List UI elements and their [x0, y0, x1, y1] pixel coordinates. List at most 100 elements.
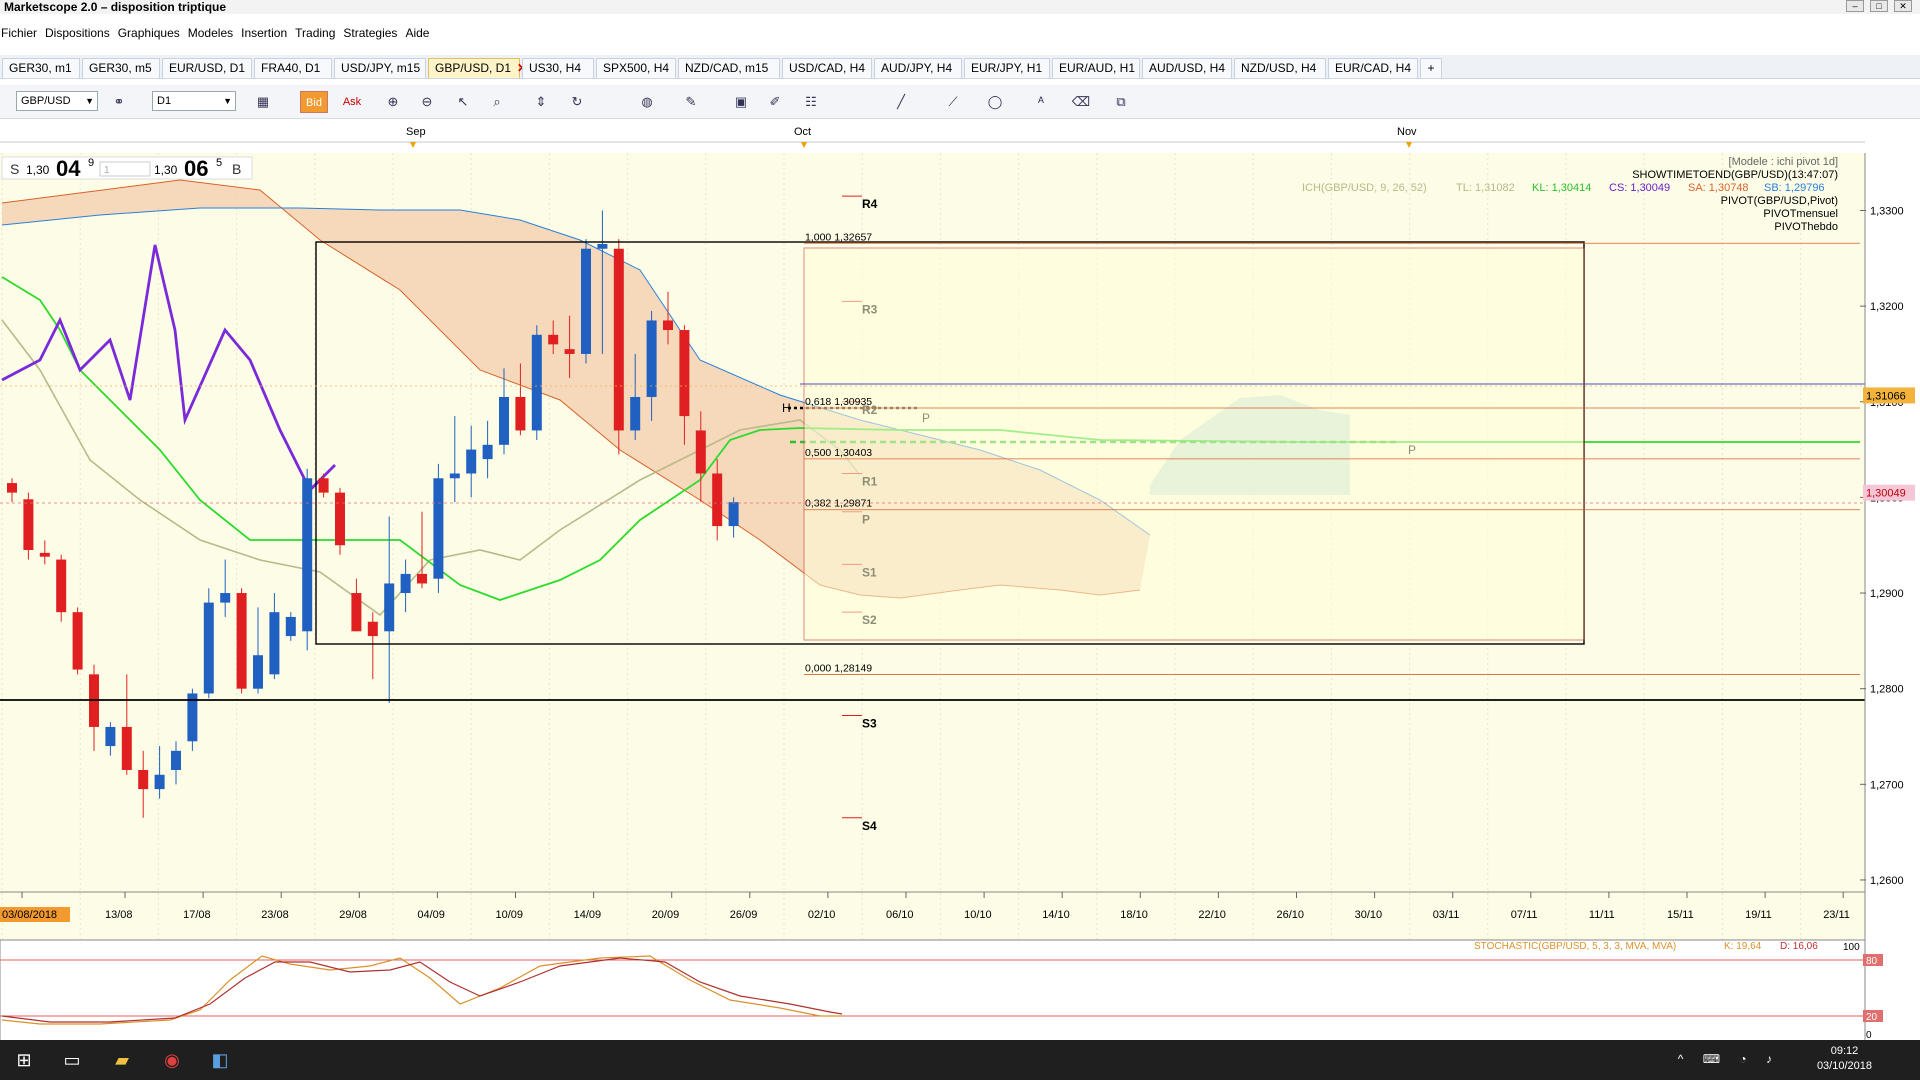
green-line-icon[interactable]: ⟋ [942, 91, 964, 113]
candle-down [679, 330, 690, 417]
candle-down [695, 430, 706, 474]
cycle-icon[interactable]: ↻ [566, 91, 588, 113]
stoch-legend: STOCHASTIC(GBP/USD, 5, 3, 3, MVA, MVA) [1474, 941, 1676, 952]
date-label: 06/10 [886, 909, 914, 921]
fit-icon[interactable]: ⇕ [530, 91, 552, 113]
price-chart[interactable]: R4R3R2R1PS1S2S3S4PHP 1,000 1,326570,618 … [0, 120, 1920, 1052]
date-label: 14/09 [574, 909, 602, 921]
date-label: 10/10 [964, 909, 992, 921]
month-label-sep: Sep [406, 126, 426, 138]
bid-toggle-button[interactable]: Bid [300, 91, 328, 113]
chrome-icon[interactable]: ◉ [150, 1040, 194, 1080]
image-icon[interactable]: ▣ [730, 91, 752, 113]
buy-price-sup: 5 [216, 157, 222, 169]
tab-usdcad-h4[interactable]: USD/CAD, H4 [782, 58, 872, 78]
tab-audusd-h4[interactable]: AUD/USD, H4 [1142, 58, 1232, 78]
candle-up [499, 396, 509, 445]
candle-up [220, 593, 231, 603]
symbol-select[interactable]: GBP/USD ▼ [16, 91, 98, 111]
tab-spx500-h4[interactable]: SPX500, H4 [596, 58, 676, 78]
timeframe-select[interactable]: D1 ▼ [152, 91, 236, 111]
cursor-icon[interactable]: ↖ [452, 91, 474, 113]
price-tick-label: 1,2900 [1870, 588, 1904, 600]
date-label: 30/10 [1355, 909, 1383, 921]
svg-text:1: 1 [104, 165, 110, 176]
marketscope-app-icon[interactable]: ◧ [198, 1040, 242, 1080]
chart-type-icon[interactable]: ▦ [252, 91, 274, 113]
tab-euraud-h1[interactable]: EUR/AUD, H1 [1052, 58, 1140, 78]
ich-label: ICH(GBP/USD, 9, 26, 52) [1302, 182, 1427, 194]
tab-usdjpy-m15[interactable]: USD/JPY, m15 [334, 58, 426, 78]
indicators-icon[interactable]: ☷ [800, 91, 822, 113]
candle-down [515, 396, 526, 431]
date-label: 22/10 [1198, 909, 1226, 921]
task-view-icon[interactable]: ▭ [50, 1040, 94, 1080]
menu-item-trading[interactable]: Trading [294, 23, 342, 43]
window-title: Marketscope 2.0 – disposition triptique [4, 0, 227, 14]
link-icon[interactable]: ⚭ [108, 91, 130, 113]
menu-item-aide[interactable]: Aide [404, 23, 436, 43]
layout-icon[interactable]: ⧉ [1110, 91, 1132, 113]
candle-down [236, 593, 247, 689]
price-axis-bg [1865, 153, 1920, 940]
add-tab-icon[interactable]: + [1420, 58, 1442, 78]
text-tool-icon[interactable]: ᴬ [1030, 91, 1052, 113]
pivot-label-s3: S3 [862, 716, 877, 730]
menu-item-strategies[interactable]: Strategies [342, 23, 404, 43]
tab-nzdusd-h4[interactable]: NZD/USD, H4 [1234, 58, 1326, 78]
system-tray[interactable]: ^ ⌨ ◔ ♪ [1678, 1052, 1780, 1066]
tab-eurjpy-h1[interactable]: EUR/JPY, H1 [964, 58, 1050, 78]
sell-price-sup: 9 [88, 157, 94, 169]
magnifier-icon[interactable]: ⌕ [486, 91, 508, 113]
candle-up [728, 502, 739, 527]
stoch-axis-100: 100 [1843, 942, 1860, 953]
ask-toggle-button[interactable]: Ask [338, 91, 366, 113]
pencil-icon[interactable]: ✐ [764, 91, 786, 113]
pivot-label-s4: S4 [862, 819, 877, 833]
tab-nzdcad-m15[interactable]: NZD/CAD, m15 [678, 58, 780, 78]
quote-box[interactable]: S 1,30 04 9 1 1,30 06 5 B [1, 156, 253, 181]
line-tool-icon[interactable]: ╱ [890, 91, 912, 113]
tab-gbpusd-d1[interactable]: GBP/USD, D1✕ [428, 58, 527, 78]
maximize-icon[interactable]: □ [1870, 0, 1888, 12]
tab-ger30-m1[interactable]: GER30, m1 [2, 58, 80, 78]
candle-up [400, 573, 411, 594]
tab-eurcad-h4[interactable]: EUR/CAD, H4 [1328, 58, 1418, 78]
chart-area[interactable]: R4R3R2R1PS1S2S3S4PHP 1,000 1,326570,618 … [0, 120, 1920, 1052]
chart-toolbar: GBP/USD ▼ ⚭ D1 ▼ ▦ Bid Ask ⊕ ⊖ ↖ ⌕ ⇕ ↻ ◍ ✎… [0, 85, 1920, 119]
date-label: 29/08 [339, 909, 367, 921]
menu-item-graphiques[interactable]: Graphiques [117, 23, 187, 43]
fib-label: 1,000 1,32657 [805, 231, 872, 243]
candle-down [351, 593, 362, 632]
minimize-icon[interactable]: – [1846, 0, 1864, 12]
showtime-label: SHOWTIMETOEND(GBP/USD)(13:47:07) [1632, 169, 1838, 181]
globe-icon[interactable]: ◍ [636, 91, 658, 113]
tab-ger30-m5[interactable]: GER30, m5 [82, 58, 160, 78]
fib-label: 0,618 1,30935 [805, 396, 872, 408]
tab-audjpy-h4[interactable]: AUD/JPY, H4 [874, 58, 962, 78]
eraser-icon[interactable]: ⌫ [1070, 91, 1092, 113]
candle-down [663, 320, 673, 331]
pivot-label-r4: R4 [862, 197, 878, 211]
candle-up [384, 583, 395, 632]
candle-down [23, 499, 34, 550]
menu-item-modeles[interactable]: Modeles [187, 23, 240, 43]
ruler-icon[interactable]: ✎ [680, 91, 702, 113]
menu-item-fichier[interactable]: Fichier [0, 23, 44, 43]
date-label: 17/08 [183, 909, 211, 921]
sell-label: S [10, 161, 19, 177]
zoom-out-icon[interactable]: ⊖ [416, 91, 438, 113]
date-label: 26/10 [1277, 909, 1305, 921]
menu-item-dispositions[interactable]: Dispositions [44, 23, 117, 43]
tab-fra40-d1[interactable]: FRA40, D1 [254, 58, 332, 78]
close-icon[interactable]: ✕ [1894, 0, 1912, 12]
zoom-in-icon[interactable]: ⊕ [382, 91, 404, 113]
menu-item-insertion[interactable]: Insertion [240, 23, 294, 43]
tab-us30-h4[interactable]: US30, H4 [522, 58, 594, 78]
ellipse-icon[interactable]: ◯ [984, 91, 1006, 113]
tab-eurusd-d1[interactable]: EUR/USD, D1 [162, 58, 252, 78]
file-explorer-icon[interactable]: ▰ [100, 1040, 144, 1080]
price-axis[interactable]: 1,33001,32001,31001,30001,29001,28001,27… [1860, 153, 1920, 1008]
windows-start-icon[interactable]: ⊞ [2, 1040, 46, 1080]
chart-tab-strip: GER30, m1 GER30, m5 EUR/USD, D1 FRA40, D… [0, 55, 1920, 79]
